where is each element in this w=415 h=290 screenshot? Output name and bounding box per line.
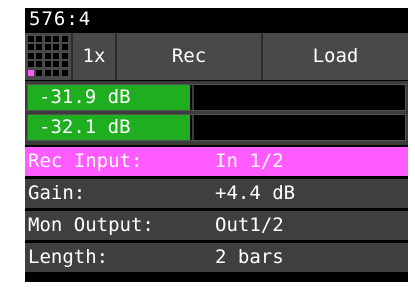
level-meter-label: -31.9 dB [39,86,131,108]
param-label: Length: [28,246,109,268]
param-label: Mon Output: [28,214,154,236]
grid-cell [36,69,43,76]
param-label: Gain: [28,182,86,204]
grid-icon[interactable] [27,35,69,77]
grid-cell [61,52,68,59]
rec-button[interactable]: Rec [117,33,261,80]
param-value: Out1/2 [215,214,284,236]
grid-cell [44,61,51,68]
toolbar: 1x Rec Load [25,33,408,80]
speed-button[interactable]: 1x [73,33,115,80]
grid-cell [36,61,43,68]
grid-cell [53,69,60,76]
level-meter-right: -32.1 dB [27,114,406,141]
param-value: In 1/2 [215,150,284,172]
grid-cell [44,69,51,76]
param-value: 2 bars [215,246,284,268]
grid-cell [53,52,60,59]
level-meter-label: -32.1 dB [39,116,131,138]
grid-cell [44,52,51,59]
position-counter: 576:4 [29,8,92,30]
param-row-mon-output[interactable]: Mon Output: Out1/2 [25,211,408,240]
grid-cell [44,36,51,42]
level-meters: -31.9 dB -32.1 dB [25,81,408,145]
grid-cell [28,44,34,51]
level-meter-left: -31.9 dB [27,84,406,111]
grid-cell [61,61,68,68]
grid-cell [53,61,60,68]
grid-cell [44,44,51,51]
param-row-rec-input[interactable]: Rec Input: In 1/2 [25,147,408,176]
grid-cell [36,44,43,51]
grid-cell [61,44,68,51]
grid-cell [28,52,34,59]
grid-cell [36,36,43,42]
param-value: +4.4 dB [215,182,296,204]
status-bar: 576:4 [25,8,408,32]
param-row-gain[interactable]: Gain: +4.4 dB [25,179,408,208]
grid-cell [61,69,68,76]
param-label: Rec Input: [28,150,143,172]
grid-cell [61,36,68,42]
param-row-length[interactable]: Length: 2 bars [25,243,408,272]
grid-cell [53,36,60,42]
grid-cell [36,52,43,59]
grid-cell [28,69,34,76]
grid-cell [28,36,34,42]
load-button[interactable]: Load [263,33,408,80]
grid-cell [53,44,60,51]
device-screen: 576:4 1x Rec Load -31.9 dB -32.1 dB Rec … [25,8,408,282]
grid-cell [28,61,34,68]
